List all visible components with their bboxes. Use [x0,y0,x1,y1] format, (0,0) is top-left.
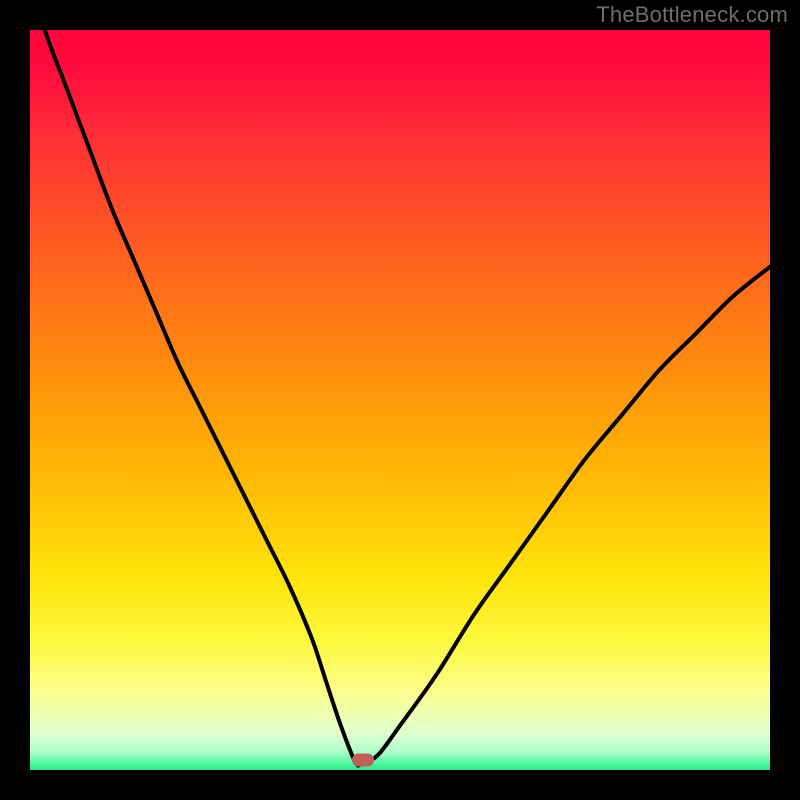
bottleneck-curve [30,30,770,766]
curve-layer [30,30,770,770]
chart-frame: TheBottleneck.com [0,0,800,800]
bottleneck-marker [352,753,374,766]
plot-area [30,30,770,770]
watermark-text: TheBottleneck.com [596,2,788,28]
